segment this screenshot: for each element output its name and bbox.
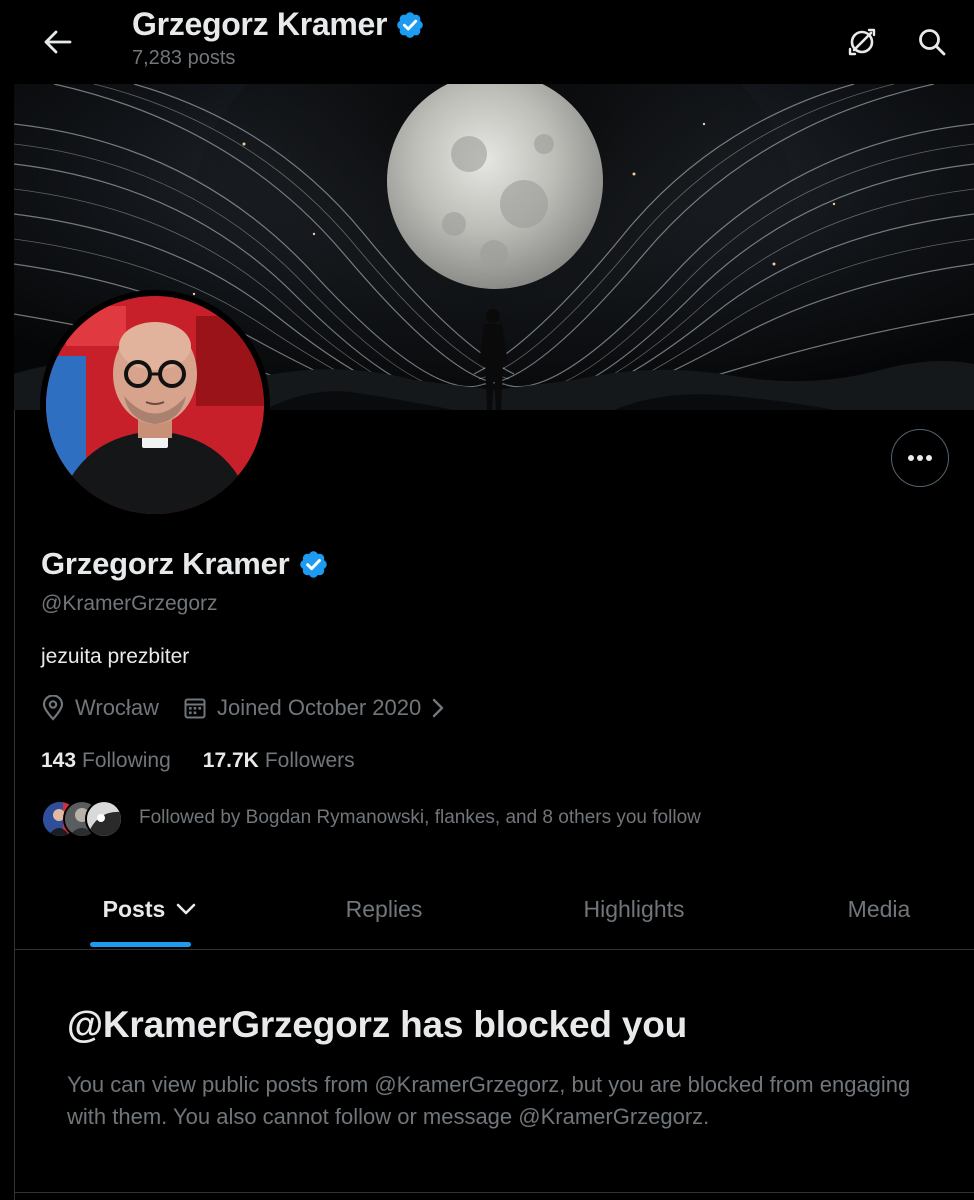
active-tab-indicator	[90, 942, 191, 947]
more-options-button[interactable]	[891, 429, 949, 487]
more-dots-icon	[908, 455, 932, 461]
followers-label: Followers	[264, 749, 355, 772]
following-count: 143	[41, 749, 77, 772]
tab-highlights-label: Highlights	[583, 895, 685, 922]
back-button[interactable]	[36, 22, 80, 62]
notifications-off-button[interactable]	[840, 22, 884, 62]
verified-badge-icon	[397, 11, 423, 38]
arrow-left-icon	[44, 30, 72, 54]
divider	[14, 1192, 974, 1193]
tab-replies[interactable]: Replies	[314, 868, 454, 950]
header-post-count: 7,283 posts	[132, 47, 236, 69]
chevron-down-icon[interactable]	[175, 902, 197, 916]
profile-joined[interactable]: Joined October 2020	[183, 695, 445, 721]
profile-header-bar: Grzegorz Kramer 7,283 posts	[0, 0, 974, 84]
blocked-title: @KramerGrzegorz has blocked you	[67, 1004, 687, 1045]
blocked-message: You can view public posts from @KramerGr…	[67, 1072, 911, 1129]
followers-link[interactable]: 17.7K Followers	[203, 749, 355, 773]
following-link[interactable]: 143 Following	[41, 749, 171, 773]
profile-stats: 143 Following 17.7K Followers	[41, 749, 355, 773]
followed-by-text: Followed by Bogdan Rymanowski, flankes, …	[139, 807, 701, 828]
location-pin-icon	[42, 695, 64, 721]
tab-posts[interactable]: Posts	[90, 868, 210, 950]
profile-avatar[interactable]	[40, 290, 270, 520]
tab-highlights[interactable]: Highlights	[559, 868, 709, 950]
profile-tabs: Posts Replies Highlights Media	[14, 868, 974, 950]
joined-text: Joined October 2020	[216, 695, 422, 720]
profile-meta: Wrocław Joined October 2020	[41, 695, 445, 721]
calendar-icon	[184, 698, 206, 719]
followed-by-row[interactable]: Followed by Bogdan Rymanowski, flankes, …	[41, 800, 701, 838]
profile-display-name-row: Grzegorz Kramer	[41, 546, 329, 582]
tab-posts-label: Posts	[102, 895, 166, 922]
bell-off-icon	[848, 28, 876, 56]
header-name-row: Grzegorz Kramer	[132, 6, 425, 43]
tab-media[interactable]: Media	[824, 868, 934, 950]
tab-media-label: Media	[847, 895, 911, 922]
search-button[interactable]	[910, 22, 954, 62]
location-text: Wrocław	[75, 695, 159, 720]
mutual-avatar	[85, 800, 123, 838]
header-title: Grzegorz Kramer 7,283 posts	[132, 6, 425, 70]
header-name: Grzegorz Kramer	[132, 6, 388, 42]
verified-badge-icon[interactable]	[298, 549, 329, 580]
profile-display-name: Grzegorz Kramer	[41, 546, 290, 581]
profile-handle: @KramerGrzegorz	[41, 592, 218, 615]
following-label: Following	[82, 749, 171, 772]
search-icon	[919, 29, 946, 56]
mutual-avatars	[41, 800, 123, 838]
avatar-image	[46, 296, 264, 514]
chevron-right-icon	[433, 698, 444, 718]
profile-bio: jezuita prezbiter	[41, 645, 190, 668]
tab-replies-label: Replies	[345, 895, 423, 922]
followers-count: 17.7K	[202, 749, 259, 772]
profile-location: Wrocław	[41, 695, 159, 721]
